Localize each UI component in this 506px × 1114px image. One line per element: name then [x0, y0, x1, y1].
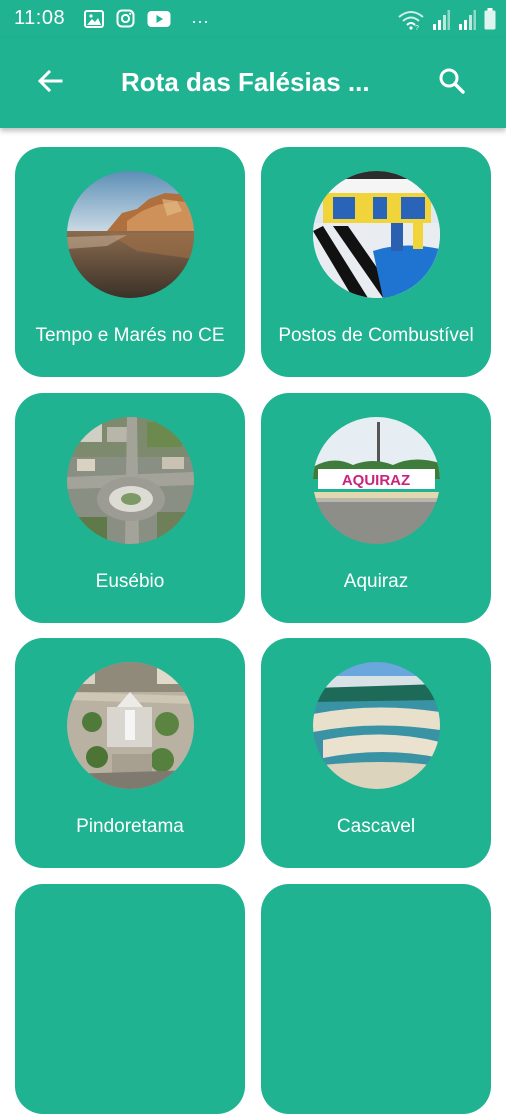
- status-system-icons: ?: [398, 8, 496, 35]
- svg-text:AQUIRAZ: AQUIRAZ: [342, 472, 410, 489]
- card-postos-de-combustivel[interactable]: Postos de Combustível: [261, 147, 491, 377]
- card-eusebio[interactable]: Eusébio: [15, 393, 245, 623]
- lagoon-sandbar-photo: [313, 662, 440, 789]
- cliffs-beach-photo: [67, 171, 194, 298]
- roundabout-aerial-photo: [67, 417, 194, 544]
- more-dots-icon: ···: [191, 10, 209, 31]
- card-pindoretama[interactable]: Pindoretama: [15, 638, 245, 868]
- card-aquiraz[interactable]: AQUIRAZ Aquiraz: [261, 393, 491, 623]
- image-icon: [84, 9, 104, 33]
- page-title: Rota das Falésias ...: [121, 67, 370, 97]
- instagram-icon: [116, 9, 135, 33]
- card-cascavel[interactable]: Cascavel: [261, 638, 491, 868]
- card-label: [267, 1044, 485, 1102]
- battery-icon: [484, 8, 496, 35]
- card-tempo-e-mares[interactable]: Tempo e Marés no CE: [15, 147, 245, 377]
- card-label: Tempo e Marés no CE: [35, 325, 225, 346]
- signal-icon: [432, 10, 450, 35]
- wifi-icon: ?: [398, 10, 424, 35]
- gas-station-photo: [313, 171, 440, 298]
- aquiraz-sign-photo: AQUIRAZ: [313, 417, 440, 544]
- search-button[interactable]: [432, 63, 472, 103]
- svg-text:?: ?: [415, 25, 419, 30]
- card-label: Aquiraz: [343, 571, 409, 592]
- signal-icon: [458, 10, 476, 35]
- app-bar: Rota das Falésias ...: [0, 38, 506, 128]
- card-label: Pindoretama: [76, 816, 184, 837]
- search-icon: [438, 67, 466, 100]
- arrow-left-icon: [37, 69, 63, 98]
- status-bar: 11:08 ··· ?: [0, 0, 506, 38]
- destination-grid: Tempo e Marés no CE Postos de Combustíve…: [0, 128, 506, 1114]
- youtube-icon: [147, 10, 171, 33]
- card-label: Cascavel: [336, 816, 416, 837]
- card-partial-left[interactable]: [15, 884, 245, 1114]
- back-button[interactable]: [30, 63, 70, 103]
- status-notification-icons: ···: [84, 9, 209, 33]
- card-partial-right[interactable]: [261, 884, 491, 1114]
- card-label: Postos de Combustível: [278, 325, 474, 346]
- card-label: [21, 1044, 239, 1102]
- church-aerial-photo: [67, 662, 194, 789]
- status-time: 11:08: [14, 7, 66, 29]
- card-label: Eusébio: [95, 571, 165, 592]
